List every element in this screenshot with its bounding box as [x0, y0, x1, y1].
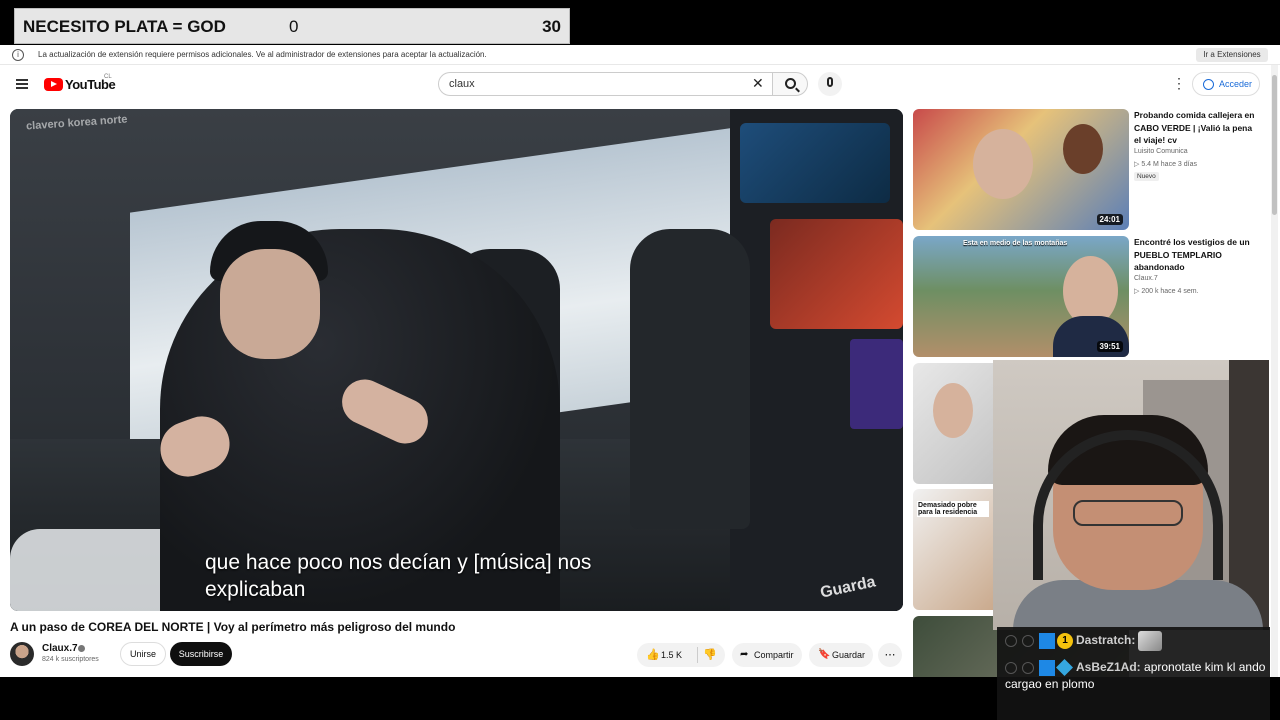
- rec-meta-1: ▷ 5.4 M hace 3 días: [1134, 161, 1197, 168]
- like-count[interactable]: 1.5 K: [661, 643, 682, 667]
- more-options-icon[interactable]: ⋮: [1172, 76, 1186, 90]
- account-icon: [1203, 79, 1214, 90]
- cube-badge-icon: [1056, 659, 1073, 677]
- like-dislike-group: 👍 1.5 K 👎: [637, 643, 725, 667]
- search-button[interactable]: [772, 72, 808, 96]
- rec-title-2[interactable]: Encontré los vestigios de un PUEBLO TEMP…: [1134, 236, 1258, 274]
- rec-thumb-caption-2: Esta en medio de las montañas: [963, 240, 1068, 247]
- ban-icon: [1005, 635, 1017, 647]
- infobar-text: La actualización de extensión requiere p…: [38, 50, 487, 59]
- search-input[interactable]: [438, 72, 772, 96]
- rec-title-1[interactable]: Probando comida callejera en CABO VERDE …: [1134, 109, 1258, 147]
- chat-message: AsBeZ1Ad: apronotate kim kl ando cargao …: [1005, 659, 1266, 691]
- clear-search-icon[interactable]: ✕: [752, 76, 764, 90]
- rec-duration-1: 24:01: [1096, 214, 1123, 225]
- bookmark-icon: 🔖: [818, 649, 831, 660]
- sign-in-label: Acceder: [1219, 79, 1253, 89]
- stream-chat: 1 Dastratch: AsBeZ1Ad: apronotate kim kl …: [997, 627, 1270, 720]
- channel-name[interactable]: Claux.7: [42, 643, 78, 654]
- timeout-icon: [1022, 635, 1034, 647]
- ban-icon: [1005, 661, 1017, 674]
- goal-current: 0: [289, 17, 299, 36]
- streamer-webcam: [993, 360, 1269, 630]
- more-actions-icon[interactable]: ⋯: [878, 643, 902, 667]
- voice-search-button[interactable]: [818, 72, 842, 96]
- channel-avatar[interactable]: [10, 642, 34, 666]
- share-button[interactable]: ➦ Compartir: [732, 643, 802, 667]
- rec-meta-2: ▷ 200 k hace 4 sem.: [1134, 288, 1199, 295]
- menu-icon[interactable]: [16, 79, 28, 89]
- moderator-badge-icon: [1039, 659, 1055, 676]
- youtube-logo-icon[interactable]: [44, 78, 63, 91]
- microphone-icon: [827, 77, 833, 87]
- verified-icon: [78, 645, 85, 652]
- moderator-badge-icon: [1039, 633, 1055, 649]
- chat-message: 1 Dastratch:: [1005, 631, 1163, 651]
- chat-username: AsBeZ1Ad:: [1076, 660, 1141, 674]
- save-button[interactable]: 🔖 Guardar: [809, 643, 873, 667]
- subscriber-count: 824 k suscriptores: [42, 656, 99, 663]
- video-title: A un paso de COREA DEL NORTE | Voy al pe…: [10, 620, 456, 634]
- chat-username: Dastratch:: [1076, 633, 1136, 648]
- sign-in-button[interactable]: Acceder: [1192, 72, 1260, 96]
- extension-infobar: i La actualización de extensión requiere…: [0, 45, 1280, 65]
- goal-target: 30: [542, 17, 561, 36]
- rec-thumbnail-2[interactable]: Esta en medio de las montañas 39:51: [913, 236, 1129, 357]
- goal-label: NECESITO PLATA = GOD: [23, 17, 226, 36]
- rec-channel-1[interactable]: Luisito Comunica: [1134, 148, 1188, 155]
- stream-goal-bar: NECESITO PLATA = GOD 0 30: [14, 8, 570, 44]
- scrollbar-thumb[interactable]: [1272, 75, 1277, 215]
- subscribe-button[interactable]: Suscribirse: [170, 642, 232, 666]
- search-icon: [785, 78, 796, 89]
- country-code: CL: [104, 74, 112, 80]
- go-to-extensions-button[interactable]: Ir a Extensiones: [1196, 48, 1268, 62]
- search-input-value[interactable]: claux: [449, 78, 475, 90]
- rec-channel-2[interactable]: Claux.7: [1134, 275, 1158, 282]
- emote-icon: [1138, 631, 1163, 651]
- info-icon: i: [12, 49, 24, 61]
- like-icon[interactable]: 👍: [646, 643, 660, 667]
- rec-thumb-caption-4: Demasiado pobre para la residencia: [917, 501, 989, 517]
- share-icon: ➦: [740, 649, 749, 660]
- timeout-icon: [1022, 661, 1034, 674]
- join-button[interactable]: Unirse: [120, 642, 166, 666]
- rank-badge-icon: 1: [1057, 633, 1073, 649]
- rec-duration-2: 39:51: [1096, 341, 1123, 352]
- video-subtitles: que hace poco nos decían y [música] nos …: [205, 551, 592, 601]
- dislike-icon[interactable]: 👎: [703, 643, 717, 667]
- new-badge: Nuevo: [1134, 172, 1159, 181]
- rec-thumbnail-1[interactable]: 24:01: [913, 109, 1129, 230]
- video-player[interactable]: clavero korea norte que hace poco nos de…: [10, 109, 903, 611]
